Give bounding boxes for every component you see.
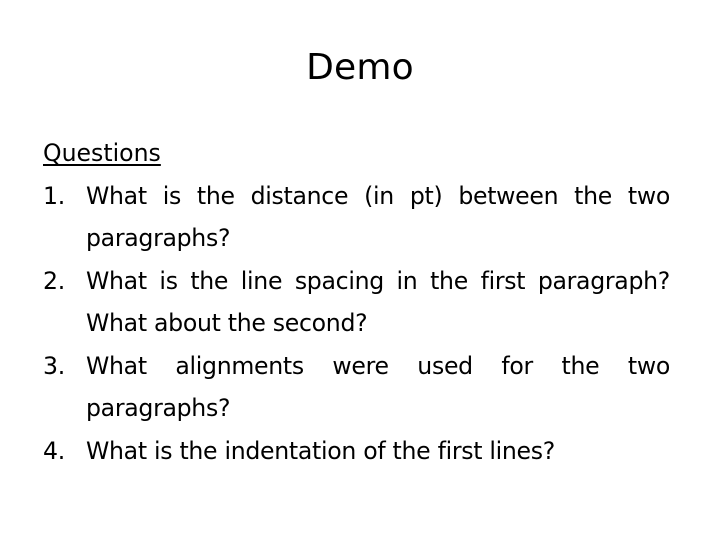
- question-number: 4.: [43, 436, 65, 465]
- question-item: 2. What is the line spacing in the first…: [43, 260, 670, 345]
- questions-list: 1. What is the distance (in pt) between …: [43, 175, 670, 473]
- question-item: 4. What is the indentation of the first …: [43, 430, 670, 473]
- question-text: What is the line spacing in the first pa…: [86, 266, 670, 338]
- question-number: 2.: [43, 266, 65, 295]
- questions-heading: Questions: [43, 139, 161, 167]
- question-number: 1.: [43, 181, 65, 210]
- question-item: 1. What is the distance (in pt) between …: [43, 175, 670, 260]
- question-text: What alignments were used for the two pa…: [86, 351, 670, 423]
- question-text: What is the distance (in pt) between the…: [86, 181, 670, 253]
- slide-title: Demo: [306, 47, 414, 88]
- question-number: 3.: [43, 351, 65, 380]
- question-item: 3. What alignments were used for the two…: [43, 345, 670, 430]
- slide-content: Questions 1. What is the distance (in pt…: [43, 132, 670, 472]
- question-text: What is the indentation of the first lin…: [86, 436, 555, 465]
- slide: Demo Questions 1. What is the distance (…: [0, 0, 720, 540]
